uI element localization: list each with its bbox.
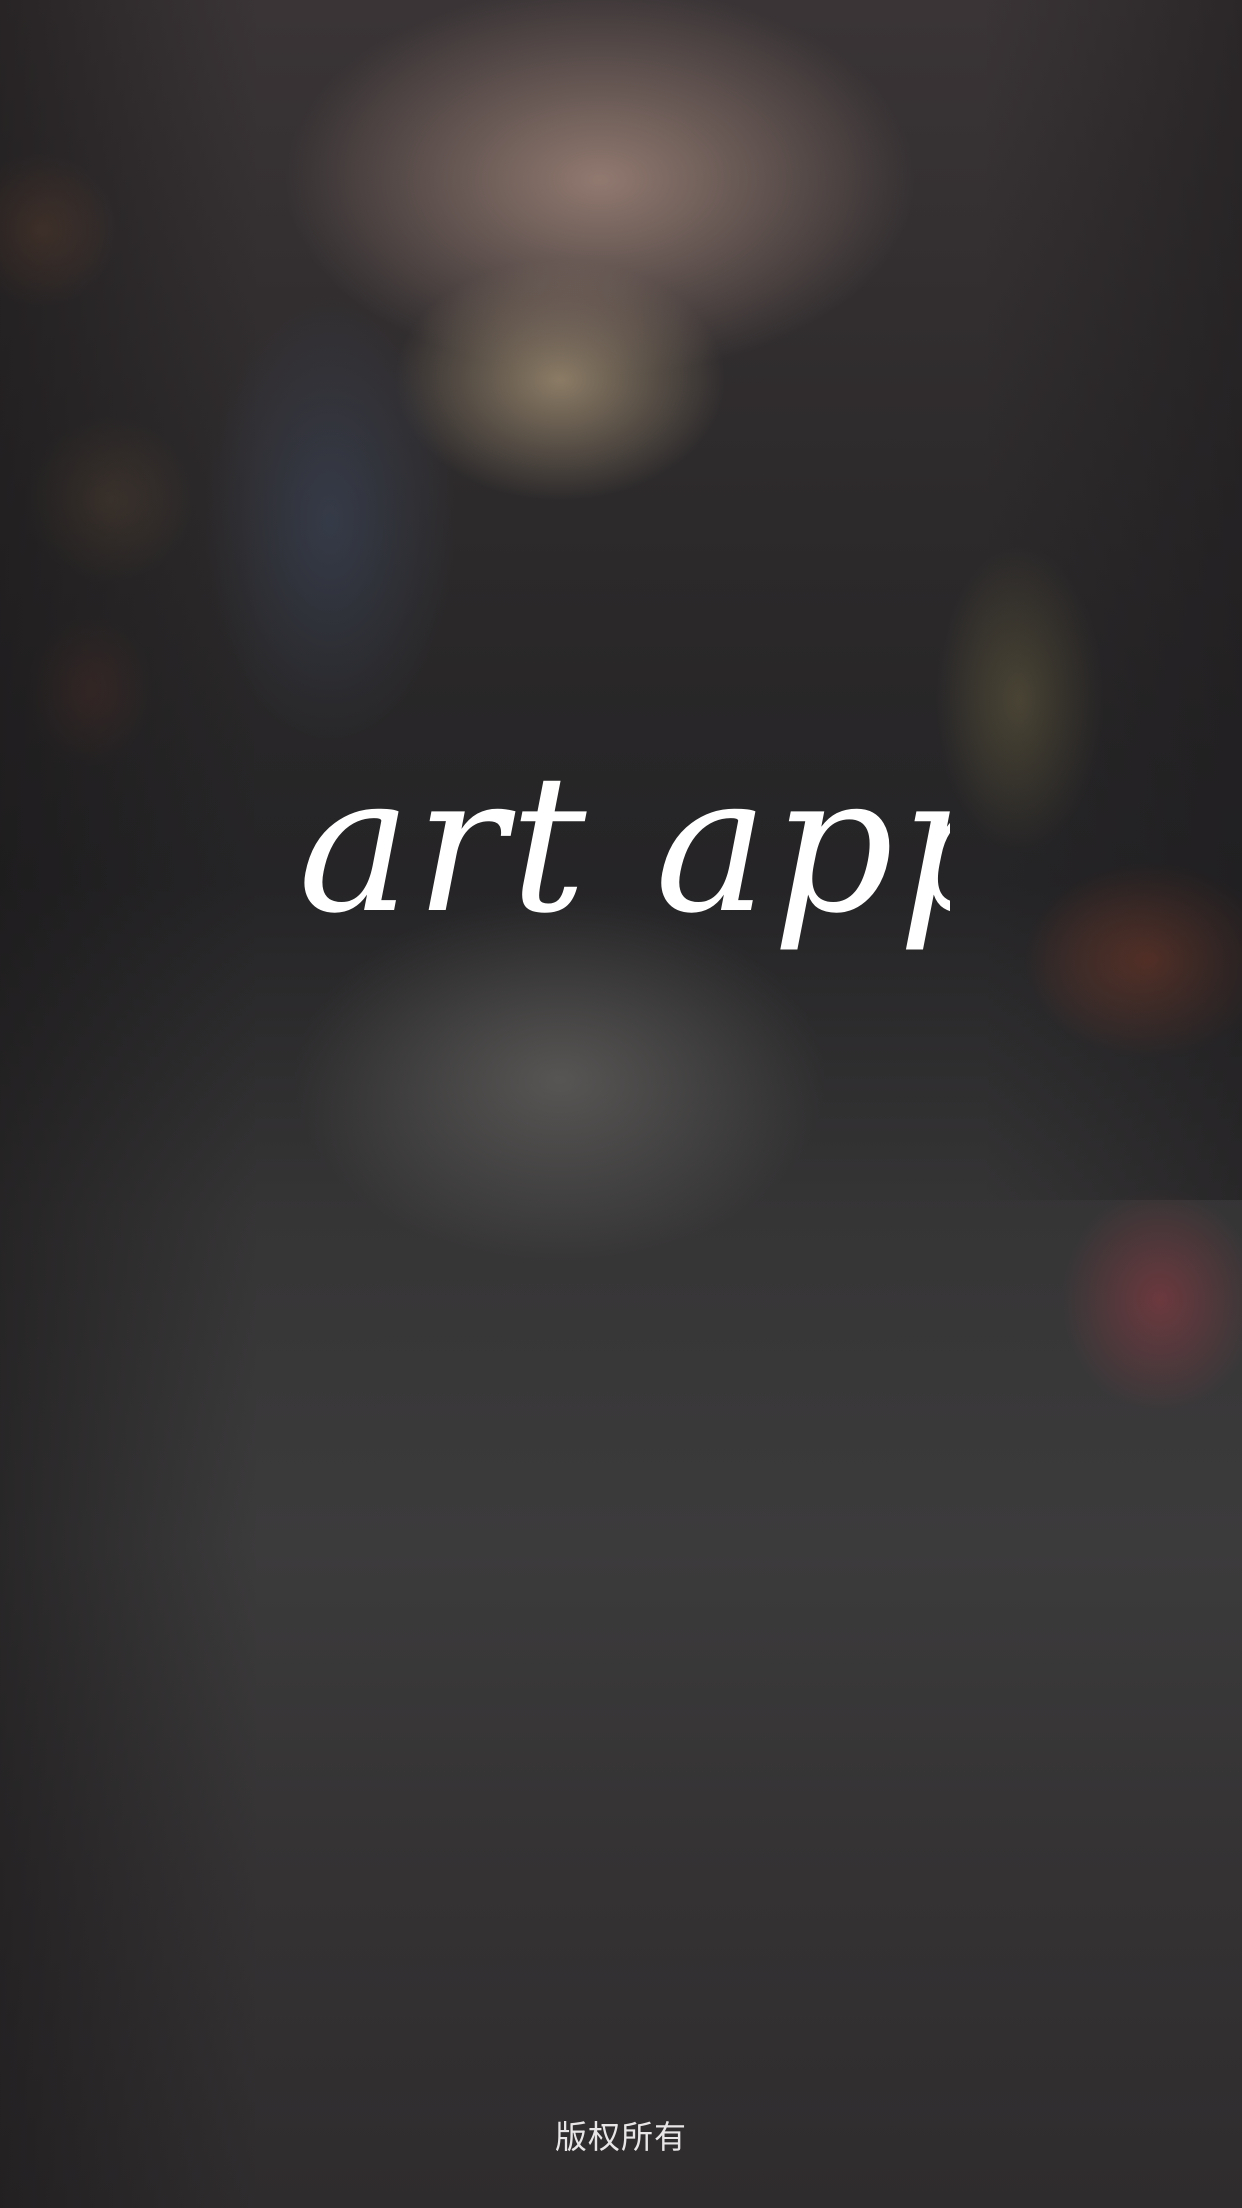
background-shade-right xyxy=(982,0,1242,1200)
app-logo-svg: art app xyxy=(298,734,950,955)
app-logo-text: art app xyxy=(298,734,950,955)
background-shade-left xyxy=(0,0,260,2208)
splash-screen: art app 版权所有 xyxy=(0,0,1242,2208)
app-logo: art app xyxy=(290,730,950,1020)
copyright-text: 版权所有 xyxy=(554,2118,687,2156)
